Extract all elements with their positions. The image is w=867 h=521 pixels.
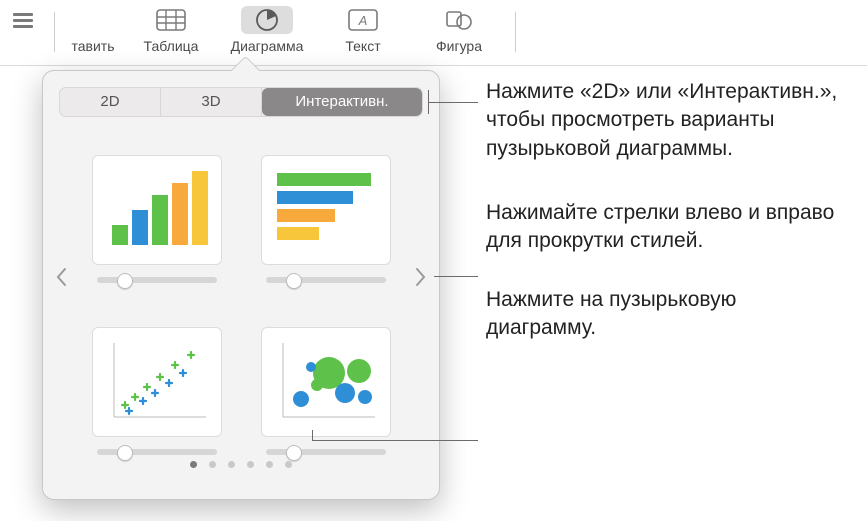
bar-chart-slider[interactable] xyxy=(266,277,386,283)
page-indicator xyxy=(43,461,439,468)
toolbar-divider xyxy=(54,12,55,52)
column-chart-preview xyxy=(92,155,222,265)
insert-label: тавить xyxy=(71,38,114,54)
prev-style-arrow[interactable] xyxy=(49,257,73,297)
page-dot[interactable] xyxy=(209,461,216,468)
column-chart-slider[interactable] xyxy=(97,277,217,283)
segment-interactive[interactable]: Интерактивн. xyxy=(262,88,422,116)
shape-button[interactable]: Фигура xyxy=(411,6,507,54)
svg-text:A: A xyxy=(358,13,368,28)
pie-icon xyxy=(241,6,293,34)
shape-icon xyxy=(441,6,477,34)
bubble-chart-preview xyxy=(261,327,391,437)
chart-style-scatter[interactable] xyxy=(87,307,226,455)
chart-type-segments: 2D 3D Интерактивн. xyxy=(59,87,423,117)
insert-button[interactable]: тавить xyxy=(63,6,123,54)
chart-style-grid xyxy=(43,125,439,455)
page-dot[interactable] xyxy=(228,461,235,468)
page-dot[interactable] xyxy=(285,461,292,468)
chart-style-column[interactable] xyxy=(87,135,226,283)
table-button[interactable]: Таблица xyxy=(123,6,219,54)
text-icon: A xyxy=(345,6,381,34)
callouts: Нажмите «2D» или «Интерактивн.», чтобы п… xyxy=(460,78,850,370)
chart-label: Диаграмма xyxy=(231,38,304,54)
segment-3d[interactable]: 3D xyxy=(161,88,262,116)
bar-chart-preview xyxy=(261,155,391,265)
segment-2d[interactable]: 2D xyxy=(60,88,161,116)
view-menu[interactable] xyxy=(0,6,46,38)
chart-popover: 2D 3D Интерактивн. xyxy=(42,70,440,500)
page-dot[interactable] xyxy=(266,461,273,468)
table-label: Таблица xyxy=(144,38,199,54)
view-icon xyxy=(5,6,41,34)
text-button[interactable]: A Текст xyxy=(315,6,411,54)
chart-style-bubble[interactable] xyxy=(256,307,395,455)
page-dot[interactable] xyxy=(247,461,254,468)
callout-bubble: Нажмите на пузырьковую диаграмму. xyxy=(486,286,850,343)
scatter-chart-slider[interactable] xyxy=(97,449,217,455)
callout-2d-interactive: Нажмите «2D» или «Интерактивн.», чтобы п… xyxy=(486,78,850,163)
lead-line xyxy=(312,440,478,441)
page-dot[interactable] xyxy=(190,461,197,468)
bubble-chart-slider[interactable] xyxy=(266,449,386,455)
lead-line xyxy=(428,90,429,114)
text-label: Текст xyxy=(345,38,380,54)
chart-style-bar[interactable] xyxy=(256,135,395,283)
toolbar-divider-2 xyxy=(515,12,516,52)
callout-arrows: Нажимайте стрелки влево и вправо для про… xyxy=(486,199,850,256)
lead-line xyxy=(312,430,313,440)
next-style-arrow[interactable] xyxy=(409,257,433,297)
shape-label: Фигура xyxy=(436,38,482,54)
scatter-chart-preview xyxy=(92,327,222,437)
toolbar: тавить Таблица Диаграмма A Текст Фигура xyxy=(0,0,867,66)
table-icon xyxy=(153,6,189,34)
insert-icon xyxy=(75,6,111,34)
chart-button[interactable]: Диаграмма xyxy=(219,6,315,54)
